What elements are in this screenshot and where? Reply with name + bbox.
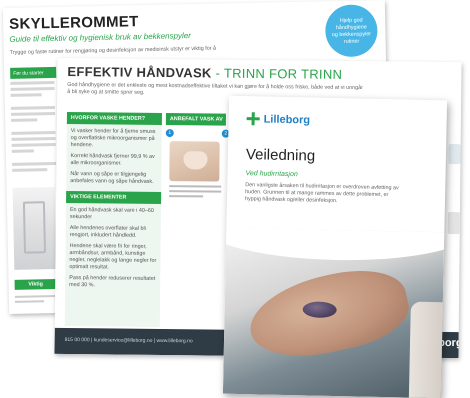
intro-text: Den vanligste årsaken til hudirritasjon … bbox=[244, 182, 399, 205]
why-section: HVORFOR VASKE HENDER? Vi vasker hender f… bbox=[64, 111, 162, 327]
section-heading: VIKTIGE ELEMENTER bbox=[66, 190, 162, 204]
page-subtitle: Ved hudirritasjon bbox=[245, 170, 298, 179]
page-title: Veiledning bbox=[245, 146, 316, 165]
paragraph: Vi vasker hender for å fjerne smuss og o… bbox=[70, 128, 156, 149]
side-image bbox=[447, 211, 460, 235]
footer-text bbox=[14, 294, 57, 306]
info-bubble: Hjelp god håndhygiene og bekkenspyler ru… bbox=[324, 4, 378, 58]
step-number: 1 bbox=[165, 129, 174, 138]
section-heading: HVORFOR VASKE HENDER? bbox=[66, 111, 162, 125]
bubble-line: rutiner bbox=[343, 38, 360, 45]
paragraph: Pass på hender reduserer resultatet med … bbox=[69, 275, 156, 289]
photo-caption bbox=[169, 185, 222, 201]
logo-text: Lilleborg bbox=[263, 112, 311, 126]
hand-with-stone-photo bbox=[222, 227, 445, 398]
intro-text: Trygge og faste rutiner for rengjøring o… bbox=[9, 45, 217, 56]
title-part-1: EFFEKTIV HÅNDVASK bbox=[67, 63, 212, 81]
footer-contact: 815 00 000 | kundeservice@lilleborg.no |… bbox=[64, 336, 193, 345]
section-heading: ANBEFALT VASK AV bbox=[165, 113, 226, 126]
paragraph: Alle hendenes overflater skal bli rengjo… bbox=[69, 225, 146, 239]
hand-wash-photo bbox=[169, 141, 220, 182]
text-column bbox=[10, 80, 57, 175]
side-image bbox=[448, 143, 461, 165]
paragraph: Når vann og såpe er tilgjengelig anbefal… bbox=[70, 171, 154, 185]
document-collage: SKYLLEROMMET Guide til effektiv og hygie… bbox=[0, 0, 470, 398]
lilleborg-logo: Lilleborg bbox=[247, 112, 311, 126]
cross-icon bbox=[247, 112, 260, 125]
page-subtitle: Guide til effektiv og hygienisk bruk av … bbox=[9, 31, 191, 44]
page-title: EFFEKTIV HÅNDVASK - TRINN FOR TRINN bbox=[67, 64, 342, 82]
important-label: Viktig bbox=[14, 278, 57, 290]
bedpan-washer-photo bbox=[12, 186, 57, 270]
document-veiledning: Lilleborg Veiledning Ved hudirritasjon D… bbox=[222, 95, 448, 398]
intro-text: God håndhygiene er det enkleste og mest … bbox=[67, 81, 363, 96]
paragraph: Korrekt håndvask fjerner 99,9 % av alle … bbox=[70, 153, 155, 167]
page-title: SKYLLEROMMET bbox=[9, 13, 139, 33]
section-tag: Før du starter bbox=[10, 66, 57, 79]
paragraph: En god håndvask skal vare i 40–60 sekund… bbox=[69, 207, 154, 221]
paragraph: Hendene skal være fri for ringer, armbån… bbox=[69, 243, 157, 271]
title-part-2: - TRINN FOR TRINN bbox=[215, 65, 343, 82]
